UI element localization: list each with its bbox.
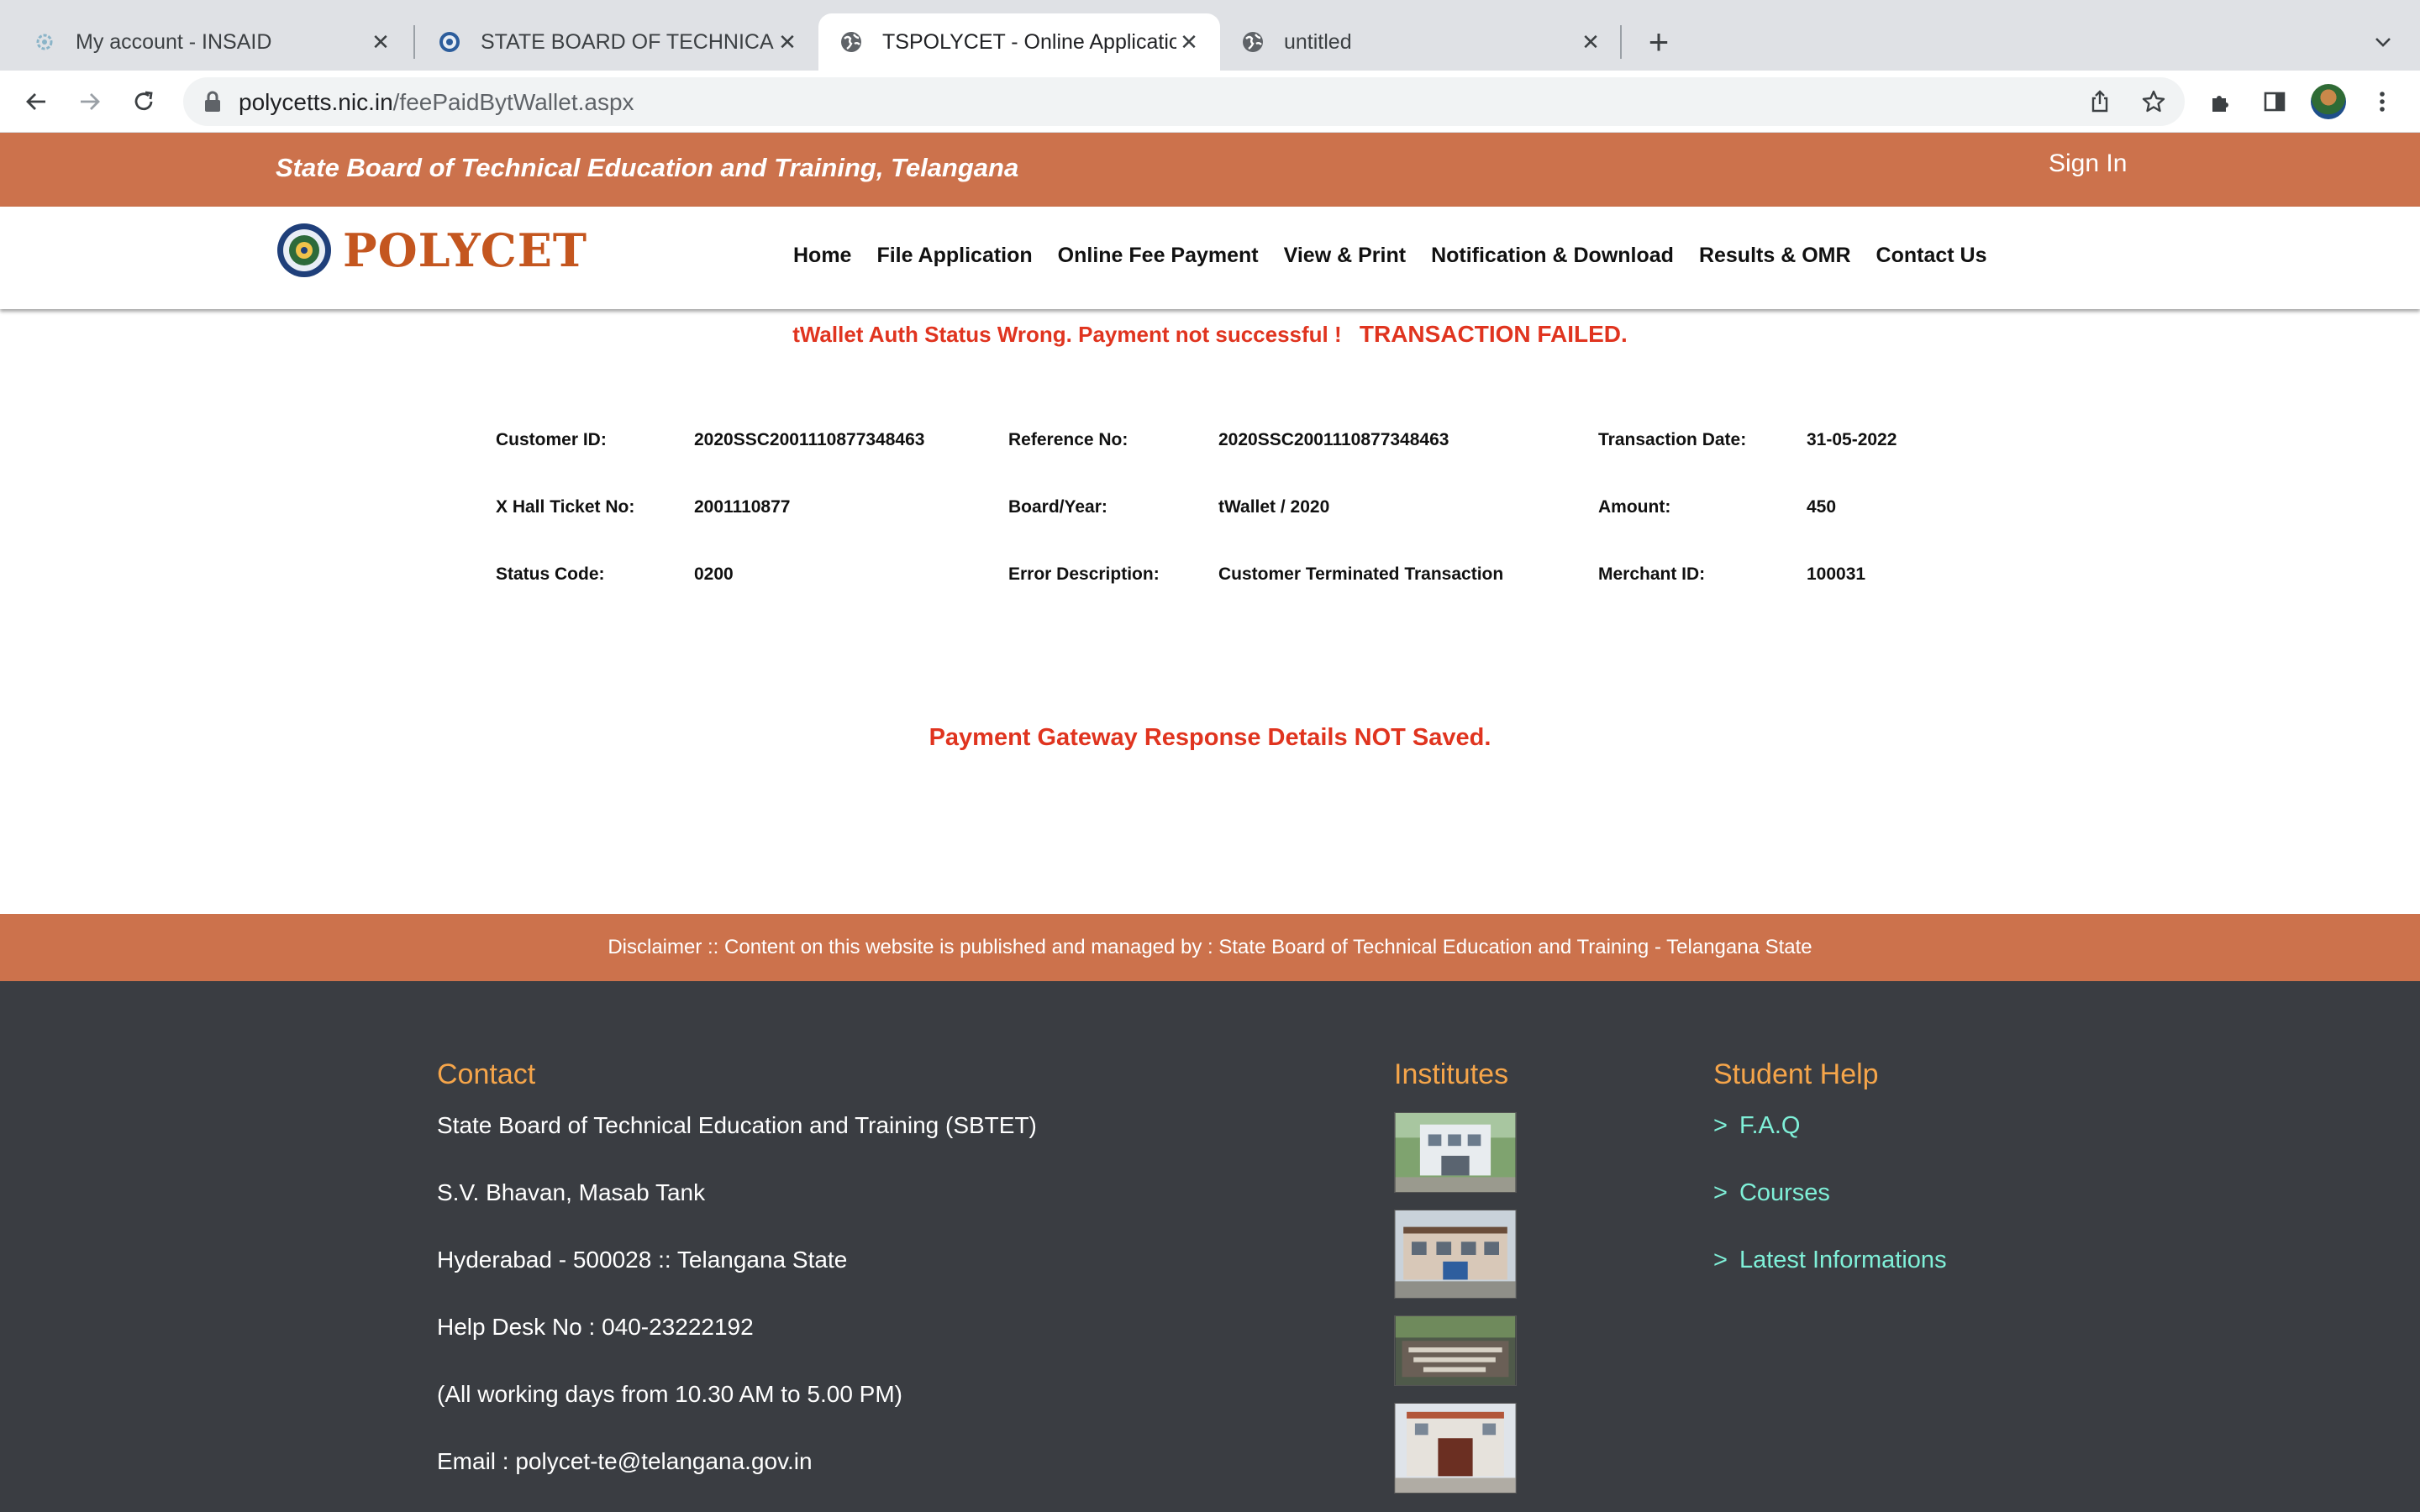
chevron-down-icon[interactable]	[2366, 25, 2400, 59]
globe-favicon-icon	[839, 29, 864, 55]
detail-label: Reference No:	[1008, 430, 1128, 449]
institute-photo-3[interactable]	[1394, 1315, 1517, 1386]
detail-label: Amount:	[1598, 497, 1671, 517]
contact-heading: Contact	[437, 1058, 536, 1090]
chevron-right-icon: >	[1713, 1179, 1728, 1206]
status-message-text: tWallet Auth Status Wrong. Payment not s…	[792, 322, 1342, 347]
detail-value: 2020SSC2001110877348463	[694, 430, 925, 449]
detail-value: Customer Terminated Transaction	[1218, 564, 1504, 584]
browser-tab-untitled[interactable]: untitled ✕	[1220, 13, 1622, 71]
close-icon[interactable]: ✕	[368, 29, 393, 55]
disclaimer-band: Disclaimer :: Content on this website is…	[0, 914, 2420, 981]
contact-line: S.V. Bhavan, Masab Tank	[437, 1179, 706, 1205]
gateway-response-message: Payment Gateway Response Details NOT Sav…	[929, 724, 1491, 751]
url-text[interactable]: polycetts.nic.in/feePaidBytWallet.aspx	[239, 89, 634, 116]
detail-value: 0200	[694, 564, 734, 584]
help-link-label: Courses	[1739, 1179, 1830, 1206]
close-icon[interactable]: ✕	[1578, 29, 1603, 55]
institutes-heading: Institutes	[1394, 1058, 1509, 1090]
chevron-right-icon: >	[1713, 1247, 1728, 1273]
seal-favicon-icon	[437, 29, 462, 55]
browser-toolbar: polycetts.nic.in/feePaidBytWallet.aspx	[0, 71, 2420, 133]
browser-tab-strip: My account - INSAID ✕ STATE BOARD OF TEC…	[0, 0, 2420, 71]
nav-notification-download[interactable]: Notification & Download	[1431, 244, 1674, 268]
transaction-failed-text: TRANSACTION FAILED.	[1359, 321, 1628, 347]
detail-label: Error Description:	[1008, 564, 1160, 584]
student-help-heading: Student Help	[1713, 1058, 1879, 1090]
site-header-band: State Board of Technical Education and T…	[0, 133, 2420, 207]
polycet-logo[interactable]: POLYCET	[276, 222, 587, 279]
board-title: State Board of Technical Education and T…	[276, 153, 1019, 182]
nav-file-application[interactable]: File Application	[876, 244, 1032, 268]
detail-label: Board/Year:	[1008, 497, 1107, 517]
tab-title: untitled	[1284, 29, 1352, 54]
close-icon[interactable]: ✕	[775, 29, 800, 55]
brand-name: POLYCET	[343, 223, 588, 277]
contact-line: State Board of Technical Education and T…	[437, 1112, 1037, 1138]
nav-results-omr[interactable]: Results & OMR	[1699, 244, 1851, 268]
site-navbar: POLYCET Home File Application Online Fee…	[0, 207, 2420, 309]
close-icon[interactable]: ✕	[1176, 29, 1202, 55]
site-footer: Contact State Board of Technical Educati…	[0, 981, 2420, 1512]
main-navigation: Home File Application Online Fee Payment…	[793, 244, 2012, 268]
globe-favicon-icon	[1240, 29, 1265, 55]
address-bar[interactable]: polycetts.nic.in/feePaidBytWallet.aspx	[183, 77, 2185, 126]
institute-photo-1[interactable]	[1394, 1112, 1517, 1193]
chevron-right-icon: >	[1713, 1112, 1728, 1139]
browser-tab-sbtet[interactable]: STATE BOARD OF TECHNICAL ✕	[415, 13, 818, 71]
detail-label: Customer ID:	[496, 430, 607, 449]
share-icon[interactable]	[2081, 82, 2119, 121]
tab-title: STATE BOARD OF TECHNICAL	[481, 29, 775, 54]
reload-icon[interactable]	[124, 82, 163, 121]
profile-avatar[interactable]	[2311, 84, 2346, 119]
extensions-puzzle-icon[interactable]	[2202, 82, 2240, 121]
tab-title: My account - INSAID	[76, 29, 272, 54]
nav-home[interactable]: Home	[793, 244, 851, 268]
tab-title: TSPOLYCET - Online Applicatio	[882, 29, 1176, 54]
help-link-faq[interactable]: > F.A.Q	[1713, 1112, 1800, 1140]
nav-contact-us[interactable]: Contact Us	[1876, 244, 1987, 268]
forward-arrow-icon[interactable]	[71, 82, 109, 121]
detail-value: 2020SSC2001110877348463	[1218, 430, 1449, 449]
detail-value: 2001110877	[694, 497, 791, 517]
detail-value: 100031	[1807, 564, 1866, 584]
gear-favicon-icon	[32, 29, 57, 55]
help-link-courses[interactable]: > Courses	[1713, 1179, 1830, 1207]
detail-value: 450	[1807, 497, 1837, 517]
detail-label: Merchant ID:	[1598, 564, 1706, 584]
detail-value: 31-05-2022	[1807, 430, 1897, 449]
contact-line: Help Desk No : 040-23222192	[437, 1314, 754, 1340]
contact-line: (All working days from 10.30 AM to 5.00 …	[437, 1381, 902, 1407]
side-panel-icon[interactable]	[2255, 82, 2294, 121]
sign-in-link[interactable]: Sign In	[2049, 150, 2127, 178]
detail-label: Transaction Date:	[1598, 430, 1747, 449]
new-tab-button[interactable]: +	[1639, 22, 1679, 62]
institute-photo-2[interactable]	[1394, 1210, 1517, 1299]
detail-value: tWallet / 2020	[1218, 497, 1330, 517]
url-host: polycetts.nic.in	[239, 89, 393, 115]
emblem-seal-icon	[277, 223, 331, 277]
browser-tab-insaid[interactable]: My account - INSAID ✕	[0, 13, 412, 71]
browser-tab-tspolycet[interactable]: TSPOLYCET - Online Applicatio ✕	[818, 13, 1220, 71]
help-link-label: Latest Informations	[1739, 1247, 1947, 1273]
bookmark-star-icon[interactable]	[2134, 82, 2173, 121]
back-arrow-icon[interactable]	[17, 82, 55, 121]
nav-online-fee-payment[interactable]: Online Fee Payment	[1058, 244, 1259, 268]
help-link-latest-informations[interactable]: > Latest Informations	[1713, 1247, 1947, 1274]
contact-line: Email : polycet-te@telangana.gov.in	[437, 1448, 813, 1474]
institute-photo-4[interactable]	[1394, 1403, 1517, 1494]
help-link-label: F.A.Q	[1739, 1112, 1801, 1139]
contact-line: Hyderabad - 500028 :: Telangana State	[437, 1247, 848, 1273]
payment-status-message: tWallet Auth Status Wrong. Payment not s…	[0, 321, 2420, 348]
tab-separator	[1620, 25, 1622, 59]
detail-label: X Hall Ticket No:	[496, 497, 635, 517]
nav-view-print[interactable]: View & Print	[1284, 244, 1406, 268]
more-menu-icon[interactable]	[2363, 82, 2402, 121]
lock-icon[interactable]	[202, 89, 224, 118]
detail-label: Status Code:	[496, 564, 605, 584]
url-path: /feePaidBytWallet.aspx	[392, 89, 634, 115]
